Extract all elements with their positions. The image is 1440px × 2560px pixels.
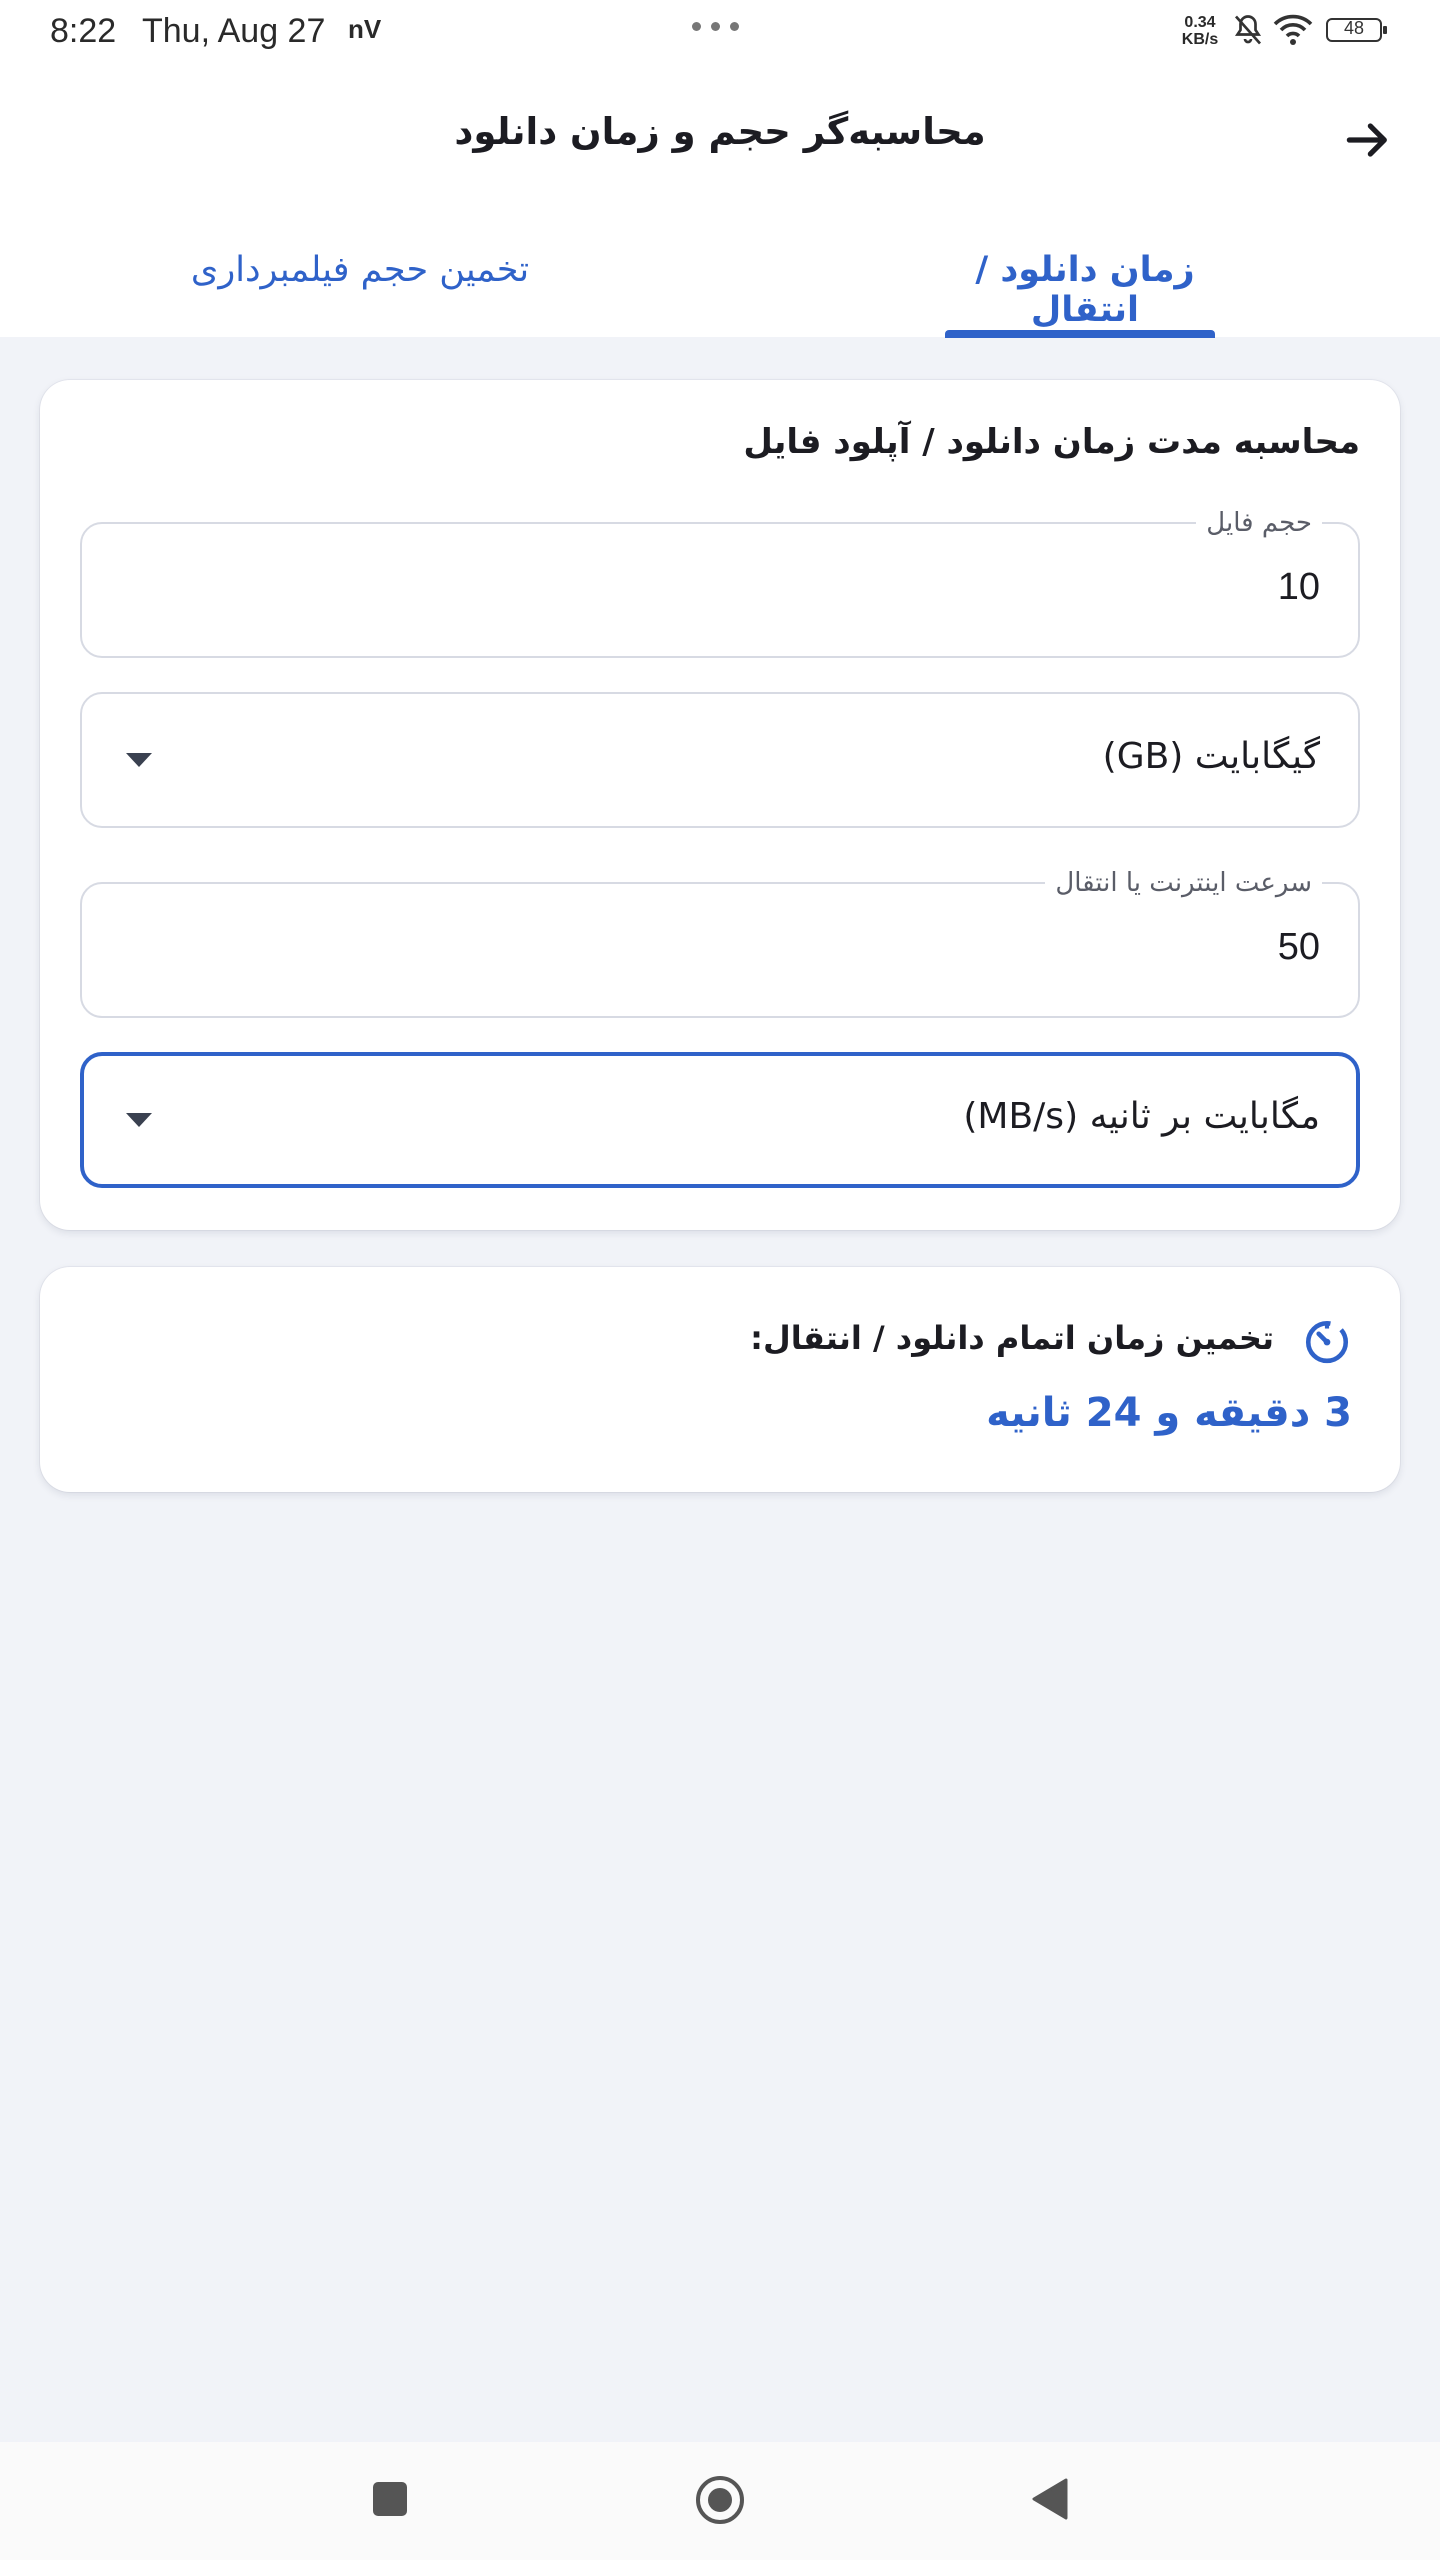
status-bar: 8:22 Thu, Aug 27 nV 0.34 KB/s 48 <box>0 0 1440 62</box>
carrier-mark: nV <box>348 14 382 44</box>
speed-unit-dropdown[interactable]: مگابایت بر ثانیه (MB/s) <box>80 1052 1360 1188</box>
status-date: Thu, Aug 27 <box>142 12 326 50</box>
net-speed-value: 0.34 <box>1184 14 1216 31</box>
battery-icon: 48 <box>1326 17 1388 43</box>
speed-unit-selected: مگابایت بر ثانیه (MB/s) <box>963 1096 1320 1137</box>
net-speed: 0.34 KB/s <box>1178 14 1222 48</box>
card-title: محاسبه مدت زمان دانلود / آپلود فایل <box>743 422 1360 462</box>
result-label: تخمین زمان اتمام دانلود / انتقال: <box>750 1319 1274 1357</box>
result-value: 3 دقیقه و 24 ثانیه <box>986 1390 1352 1436</box>
net-speed-unit: KB/s <box>1181 31 1219 48</box>
back-triangle-icon[interactable] <box>1028 2476 1070 2522</box>
tab-indicator <box>945 330 1215 338</box>
wifi-icon <box>1273 14 1313 45</box>
speed-input[interactable]: 50 <box>1278 926 1320 969</box>
file-size-label: حجم فایل <box>1196 508 1322 538</box>
battery-level: 48 <box>1343 18 1365 38</box>
speed-field[interactable]: سرعت اینترنت یا انتقال 50 <box>80 868 1360 1018</box>
size-unit-selected: گیگابایت (GB) <box>1102 736 1320 777</box>
file-size-field[interactable]: حجم فایل 10 <box>80 508 1360 658</box>
file-size-input[interactable]: 10 <box>1278 566 1320 609</box>
bell-off-icon <box>1234 15 1262 45</box>
status-time: 8:22 <box>50 12 117 50</box>
speed-label: سرعت اینترنت یا انتقال <box>1045 868 1322 898</box>
chevron-down-icon <box>126 1113 152 1127</box>
tab-recording-size[interactable]: تخمین حجم فیلمبرداری <box>180 250 540 290</box>
result-card: تخمین زمان اتمام دانلود / انتقال: 3 دقیق… <box>40 1267 1400 1492</box>
recents-square-icon[interactable] <box>373 2482 407 2516</box>
chevron-down-icon <box>126 753 152 767</box>
system-nav-bar <box>0 2442 1440 2560</box>
home-circle-icon[interactable] <box>694 2474 746 2526</box>
arrow-right-icon[interactable] <box>1340 112 1396 168</box>
tab-download-time[interactable]: زمان دانلود / انتقال <box>940 250 1230 330</box>
more-dots-icon <box>692 22 739 31</box>
timer-icon <box>1305 1321 1349 1364</box>
calculator-card: محاسبه مدت زمان دانلود / آپلود فایل حجم … <box>40 380 1400 1230</box>
size-unit-dropdown[interactable]: گیگابایت (GB) <box>80 692 1360 828</box>
page-title: محاسبه‌گر حجم و زمان دانلود <box>454 110 986 153</box>
